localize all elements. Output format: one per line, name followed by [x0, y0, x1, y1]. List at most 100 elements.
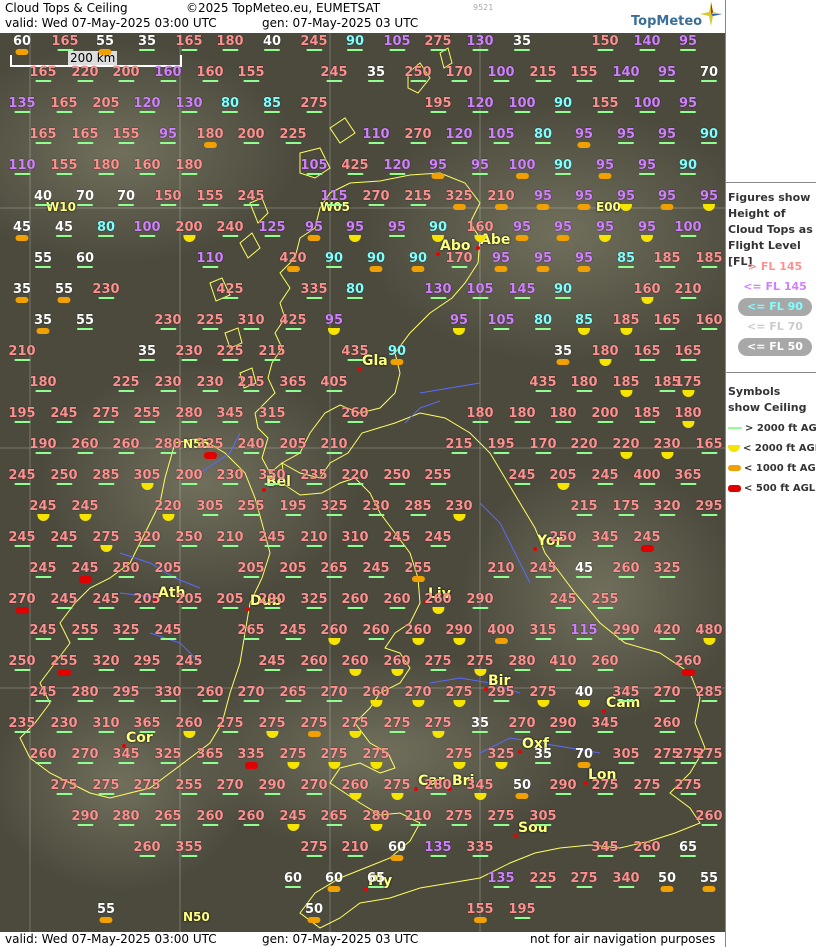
cloud-top-label: 315 — [529, 623, 557, 640]
cloud-top-label: 95 — [638, 221, 656, 242]
cloud-top-label: 245 — [8, 469, 36, 485]
cloud-top-value: 100 — [487, 65, 515, 80]
legend-fl-70: <= FL 70 — [747, 320, 803, 333]
ceiling-high-icon — [55, 545, 72, 547]
cloud-top-value: 210 — [487, 561, 515, 576]
ceiling-2000-icon — [452, 762, 465, 769]
cloud-top-value: 275 — [300, 716, 328, 731]
ceiling-high-icon — [76, 638, 93, 640]
ceiling-high-icon — [305, 49, 322, 51]
cloud-top-value: 275 — [341, 716, 369, 731]
cloud-top-value: 295 — [695, 499, 723, 514]
cloud-top-label: 260 — [362, 624, 390, 640]
ceiling-2000-icon — [327, 762, 340, 769]
ceiling-2000-icon — [161, 514, 174, 521]
cloud-top-value: 135 — [424, 840, 452, 855]
ceiling-high-icon — [242, 576, 259, 578]
cloud-top-label: 245 — [362, 562, 390, 578]
cloud-top-value: 210 — [320, 437, 348, 452]
cloud-top-value: 160 — [633, 282, 661, 297]
ceiling-1000-icon — [702, 886, 716, 892]
ceiling-high-icon — [138, 545, 155, 547]
ceiling-high-icon — [575, 514, 592, 516]
cloud-top-value: 35 — [33, 313, 53, 328]
ceiling-high-icon — [679, 235, 696, 237]
cloud-top-label: 215 — [570, 500, 598, 516]
cloud-top-value: 85 — [616, 251, 636, 266]
cloud-top-value: 255 — [133, 406, 161, 421]
cloud-top-value: 100 — [633, 96, 661, 111]
cloud-top-value: 170 — [445, 251, 473, 266]
ceiling-high-icon — [700, 762, 717, 764]
ceiling-1000-icon — [203, 142, 217, 148]
cloud-top-label: 155 — [466, 903, 494, 923]
ceiling-high-icon — [117, 80, 134, 82]
cloud-top-label: 365 — [133, 717, 161, 733]
ceiling-1000-icon — [286, 266, 300, 272]
ceiling-high-icon — [13, 359, 30, 361]
cloud-top-label: 340 — [612, 872, 640, 888]
ceiling-high-icon — [221, 731, 238, 733]
ceiling-high-icon — [263, 235, 280, 237]
cloud-top-label: 325 — [196, 438, 224, 459]
cloud-top-value: 310 — [237, 313, 265, 328]
cloud-top-label: 255 — [591, 593, 619, 609]
cloud-top-value: 260 — [196, 685, 224, 700]
ceiling-high-icon — [97, 297, 114, 299]
ceiling-1000-icon — [15, 235, 29, 241]
cloud-top-value: 270 — [320, 685, 348, 700]
cloud-top-label: 245 — [529, 562, 557, 578]
cloud-top-value: 280 — [71, 685, 99, 700]
cloud-top-label: 275 — [279, 748, 307, 769]
cloud-top-label: 275 — [591, 779, 619, 795]
cloud-top-label: 245 — [8, 531, 36, 547]
ceiling-high-icon — [76, 700, 93, 702]
cloud-top-value: 285 — [92, 468, 120, 483]
cloud-top-value: 315 — [529, 623, 557, 638]
cloud-top-value: 230 — [92, 282, 120, 297]
ceiling-high-icon — [201, 824, 218, 826]
cloud-top-label: 130 — [424, 283, 452, 299]
ceiling-2000-icon — [728, 444, 740, 452]
cloud-top-value: 245 — [50, 406, 78, 421]
ceiling-high-icon — [535, 328, 551, 330]
ceiling-1000-icon — [660, 204, 674, 210]
cloud-top-label: 265 — [320, 810, 348, 826]
footer-valid: valid: Wed 07-May-2025 03:00 UTC — [5, 932, 217, 946]
cloud-top-label: 230 — [154, 314, 182, 330]
cloud-top-label: 205 — [92, 97, 120, 113]
cloud-top-label: 220 — [570, 438, 598, 454]
cloud-top-value: 310 — [341, 530, 369, 545]
ceiling-high-icon — [305, 793, 322, 795]
footer-bar: valid: Wed 07-May-2025 03:00 UTC gen: 07… — [0, 932, 725, 947]
ceiling-high-icon — [429, 855, 446, 857]
cloud-top-label: 245 — [300, 35, 328, 51]
cloud-top-label: 205 — [216, 593, 244, 609]
cloud-top-value: 180 — [508, 406, 536, 421]
cloud-top-value: 275 — [445, 809, 473, 824]
cloud-top-value: 260 — [175, 716, 203, 731]
cloud-top-value: 275 — [320, 747, 348, 762]
cloud-top-value: 105 — [300, 158, 328, 173]
cloud-top-label: 295 — [695, 499, 723, 516]
cloud-top-label: 435 — [529, 376, 557, 392]
cloud-top-label: 120 — [445, 128, 473, 144]
cloud-top-value: 195 — [487, 437, 515, 452]
cloud-top-label: 245 — [154, 624, 182, 640]
ceiling-2000-icon — [641, 235, 653, 242]
ceiling-high-icon — [679, 359, 696, 361]
cloud-top-label: 365 — [279, 376, 307, 392]
ceiling-high-icon — [347, 49, 363, 51]
ceiling-high-icon — [513, 483, 530, 485]
cloud-top-label: 80 — [534, 314, 552, 330]
ceiling-high-icon — [221, 545, 238, 547]
cloud-top-value: 100 — [508, 96, 536, 111]
cloud-top-label: 245 — [50, 593, 78, 609]
cloud-top-value: 170 — [529, 437, 557, 452]
cloud-top-label: 205 — [175, 593, 203, 609]
ceiling-1000-icon — [15, 297, 29, 303]
ceiling-high-icon — [554, 731, 571, 733]
ceiling-high-icon — [596, 49, 613, 51]
cloud-top-label: 70 — [117, 190, 135, 206]
cloud-top-value: 160 — [466, 220, 494, 235]
